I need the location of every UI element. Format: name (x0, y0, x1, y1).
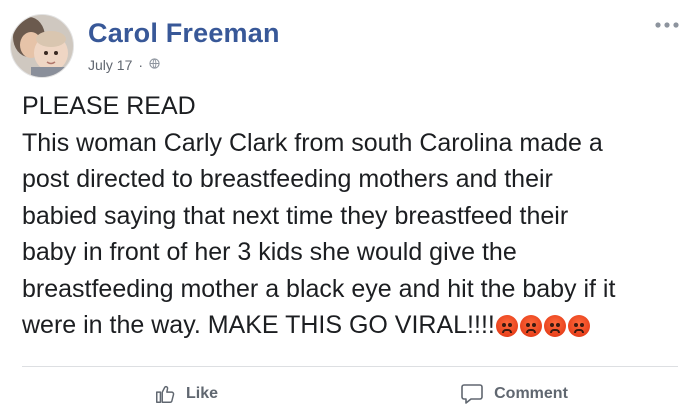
post-last-line: were in the way. MAKE THIS GO VIRAL!!!! (22, 307, 682, 344)
post-meta: July 17 · (88, 57, 160, 73)
post-line: This woman Carly Clark from south Caroli… (22, 128, 603, 157)
date-separator: · (138, 57, 144, 73)
post-line: breastfeeding mother a black eye and hit… (22, 274, 616, 303)
avatar-photo (11, 15, 73, 77)
like-label: Like (185, 385, 218, 402)
post-line: baby in front of her 3 kids she would gi… (22, 238, 517, 266)
post-date[interactable]: July 17 (88, 57, 132, 73)
author-name[interactable]: Carol Freeman (88, 18, 280, 49)
post-actions: Like Comment (22, 370, 678, 418)
post-line: babied saying that next time they breast… (22, 201, 569, 230)
comment-icon (460, 383, 484, 405)
comment-button[interactable]: Comment (350, 372, 678, 416)
comment-label: Comment (494, 385, 568, 402)
post-body: PLEASE READ This woman Carly Clark from … (22, 88, 682, 344)
facebook-post: Carol Freeman July 17 · PLEASE READ This… (0, 0, 700, 420)
post-header: Carol Freeman July 17 · (10, 14, 690, 78)
audience-icon[interactable] (149, 58, 160, 72)
thumbs-up-icon (154, 383, 176, 405)
post-line: were in the way. MAKE THIS GO VIRAL!!!! (22, 311, 495, 339)
like-button[interactable]: Like (22, 372, 350, 416)
angry-face-icon (495, 315, 518, 338)
angry-face-icon (543, 315, 566, 338)
post-line: post directed to breastfeeding mothers a… (22, 165, 553, 193)
angry-face-icon (519, 315, 542, 338)
emoji-group (495, 315, 590, 338)
avatar[interactable] (10, 14, 74, 78)
post-line: PLEASE READ (22, 92, 196, 120)
more-horizontal-icon[interactable] (654, 12, 680, 34)
angry-face-icon (567, 315, 590, 338)
actions-divider (22, 366, 678, 367)
